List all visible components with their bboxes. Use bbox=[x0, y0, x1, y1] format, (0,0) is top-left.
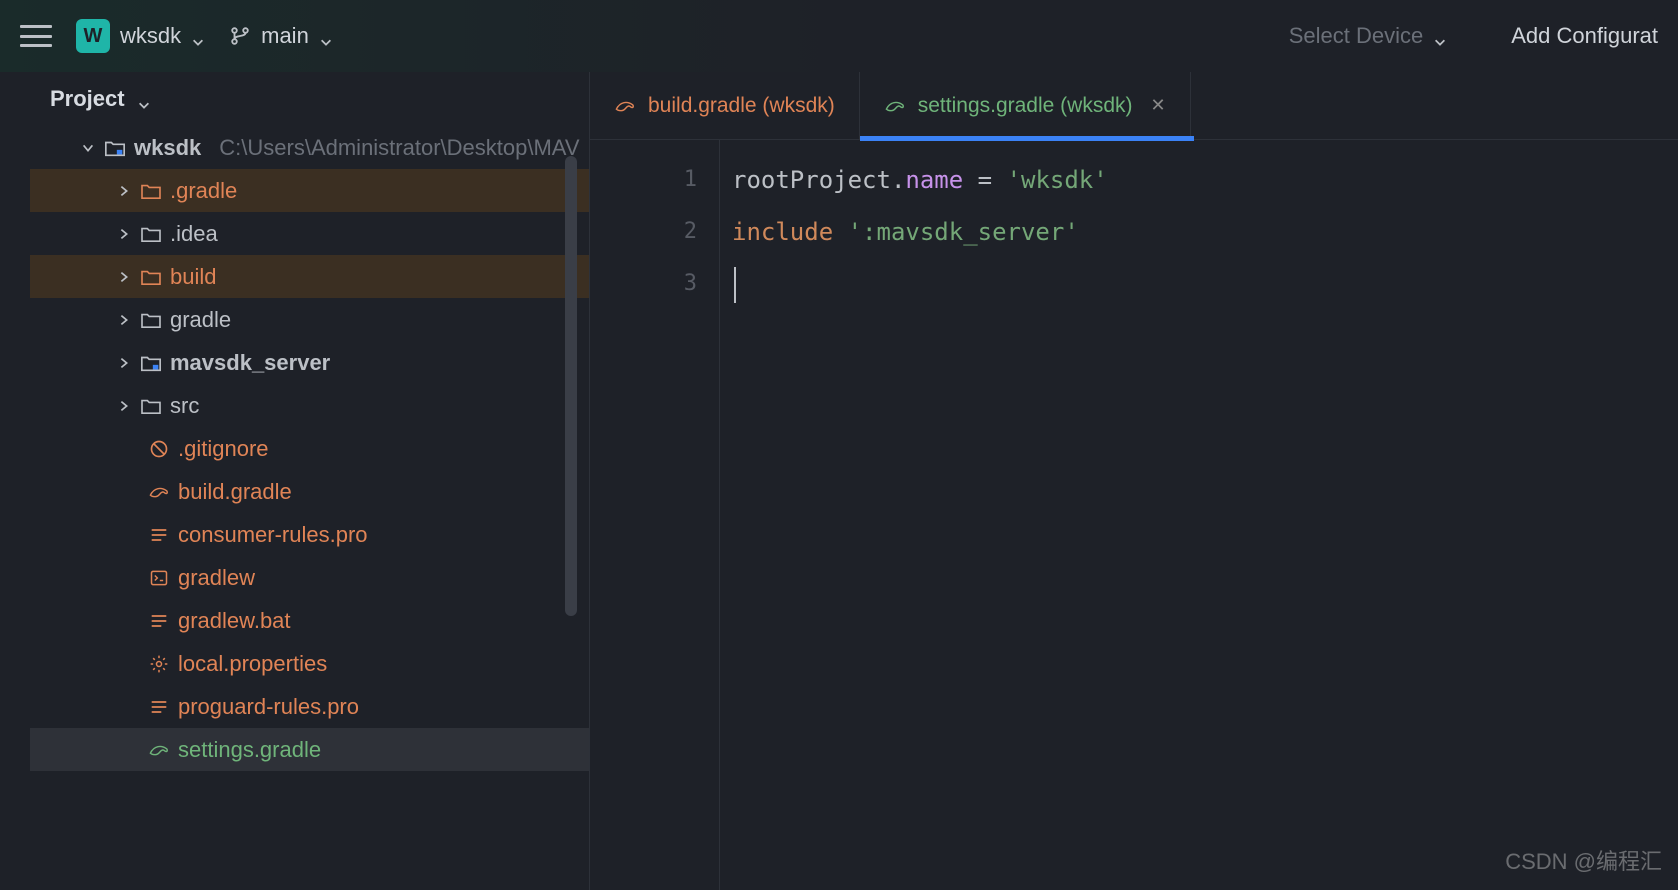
branch-icon bbox=[229, 25, 251, 47]
lines-icon bbox=[148, 610, 170, 632]
device-label: Select Device bbox=[1289, 23, 1424, 49]
tree-item--idea[interactable]: .idea bbox=[30, 212, 589, 255]
tree-item-label: .idea bbox=[170, 221, 218, 247]
tree-item-label: build.gradle bbox=[178, 479, 292, 505]
gear-icon bbox=[148, 653, 170, 675]
chevron-down-icon bbox=[191, 29, 205, 43]
caret bbox=[734, 267, 736, 303]
tree-item-local-properties[interactable]: local.properties bbox=[30, 642, 589, 685]
main-menu-button[interactable] bbox=[20, 22, 52, 50]
tree-item-label: proguard-rules.pro bbox=[178, 694, 359, 720]
project-badge: W bbox=[76, 19, 110, 53]
tree-item-label: mavsdk_server bbox=[170, 350, 330, 376]
folder-icon bbox=[140, 266, 162, 288]
sidebar-header[interactable]: Project bbox=[30, 72, 589, 126]
code-line bbox=[732, 258, 1108, 310]
tree-item-label: settings.gradle bbox=[178, 737, 321, 763]
add-configuration[interactable]: Add Configurat bbox=[1511, 23, 1658, 49]
code-editor[interactable]: 1 2 3 rootProject.name = 'wksdk' include… bbox=[590, 140, 1678, 890]
folder-icon bbox=[140, 309, 162, 331]
tree-item-build-gradle[interactable]: build.gradle bbox=[30, 470, 589, 513]
tree-item-gradlew-bat[interactable]: gradlew.bat bbox=[30, 599, 589, 642]
chevron-right-icon bbox=[116, 398, 132, 414]
gradle-icon bbox=[148, 481, 170, 503]
line-number: 2 bbox=[590, 206, 697, 258]
code-content[interactable]: rootProject.name = 'wksdk' include ':mav… bbox=[720, 140, 1108, 890]
tree-item-label: local.properties bbox=[178, 651, 327, 677]
project-selector[interactable]: W wksdk bbox=[76, 19, 205, 53]
branch-selector[interactable]: main bbox=[229, 23, 333, 49]
code-line: rootProject.name = 'wksdk' bbox=[732, 154, 1108, 206]
tree-item-proguard-rules-pro[interactable]: proguard-rules.pro bbox=[30, 685, 589, 728]
line-number: 3 bbox=[590, 258, 697, 310]
chevron-right-icon bbox=[116, 183, 132, 199]
folder-icon bbox=[140, 180, 162, 202]
tool-window-strip[interactable] bbox=[0, 72, 30, 890]
tree-item-label: build bbox=[170, 264, 216, 290]
chevron-right-icon bbox=[116, 269, 132, 285]
tree-item-mavsdk-server[interactable]: mavsdk_server bbox=[30, 341, 589, 384]
chevron-down-icon bbox=[319, 29, 333, 43]
scrollbar[interactable] bbox=[565, 156, 577, 616]
add-config-label: Add Configurat bbox=[1511, 23, 1658, 49]
code-line: include ':mavsdk_server' bbox=[732, 206, 1108, 258]
project-name: wksdk bbox=[120, 23, 181, 49]
module-icon bbox=[140, 352, 162, 374]
tree-item-label: .gradle bbox=[170, 178, 237, 204]
tree-item-label: gradle bbox=[170, 307, 231, 333]
module-icon bbox=[104, 137, 126, 159]
close-icon[interactable]: ✕ bbox=[1151, 95, 1166, 116]
project-sidebar: Project wksdk C:\Users\Administrator\Des… bbox=[30, 72, 590, 890]
branch-name: main bbox=[261, 23, 309, 49]
tree-item--gradle[interactable]: .gradle bbox=[30, 169, 589, 212]
chevron-right-icon bbox=[116, 355, 132, 371]
tab-label: settings.gradle (wksdk) bbox=[918, 94, 1133, 118]
tree-item-src[interactable]: src bbox=[30, 384, 589, 427]
lines-icon bbox=[148, 696, 170, 718]
main-toolbar: W wksdk main Select Device Add Configura… bbox=[0, 0, 1678, 72]
watermark: CSDN @编程汇 bbox=[1505, 844, 1662, 876]
root-name: wksdk bbox=[134, 135, 201, 161]
chevron-right-icon bbox=[116, 312, 132, 328]
folder-icon bbox=[140, 223, 162, 245]
ban-icon bbox=[148, 438, 170, 460]
line-number: 1 bbox=[590, 154, 697, 206]
editor-tabs: build.gradle (wksdk) settings.gradle (wk… bbox=[590, 72, 1678, 140]
editor-tab[interactable]: settings.gradle (wksdk) ✕ bbox=[860, 72, 1191, 139]
device-selector[interactable]: Select Device bbox=[1289, 23, 1448, 49]
tree-item-label: .gitignore bbox=[178, 436, 269, 462]
chevron-right-icon bbox=[80, 140, 96, 156]
tree-root[interactable]: wksdk C:\Users\Administrator\Desktop\MAV bbox=[30, 126, 589, 169]
tree-item-label: consumer-rules.pro bbox=[178, 522, 368, 548]
root-path: C:\Users\Administrator\Desktop\MAV bbox=[219, 135, 579, 161]
gradle-icon bbox=[614, 95, 636, 117]
editor-area: build.gradle (wksdk) settings.gradle (wk… bbox=[590, 72, 1678, 890]
chevron-down-icon bbox=[1433, 29, 1447, 43]
tree-item-gradle[interactable]: gradle bbox=[30, 298, 589, 341]
tree-item-gradlew[interactable]: gradlew bbox=[30, 556, 589, 599]
chevron-down-icon bbox=[137, 92, 151, 106]
sidebar-title: Project bbox=[50, 86, 125, 112]
tab-label: build.gradle (wksdk) bbox=[648, 94, 835, 118]
lines-icon bbox=[148, 524, 170, 546]
folder-icon bbox=[140, 395, 162, 417]
editor-tab[interactable]: build.gradle (wksdk) bbox=[590, 72, 860, 139]
tree-item-settings-gradle[interactable]: settings.gradle bbox=[30, 728, 589, 771]
tree-item-label: gradlew bbox=[178, 565, 255, 591]
tree-item-label: src bbox=[170, 393, 199, 419]
project-tree: wksdk C:\Users\Administrator\Desktop\MAV… bbox=[30, 126, 589, 771]
tree-item-label: gradlew.bat bbox=[178, 608, 291, 634]
tree-item-build[interactable]: build bbox=[30, 255, 589, 298]
gradle-icon bbox=[148, 739, 170, 761]
tree-item--gitignore[interactable]: .gitignore bbox=[30, 427, 589, 470]
gradle-icon bbox=[884, 95, 906, 117]
tree-item-consumer-rules-pro[interactable]: consumer-rules.pro bbox=[30, 513, 589, 556]
chevron-right-icon bbox=[116, 226, 132, 242]
gutter: 1 2 3 bbox=[590, 140, 720, 890]
terminal-icon bbox=[148, 567, 170, 589]
